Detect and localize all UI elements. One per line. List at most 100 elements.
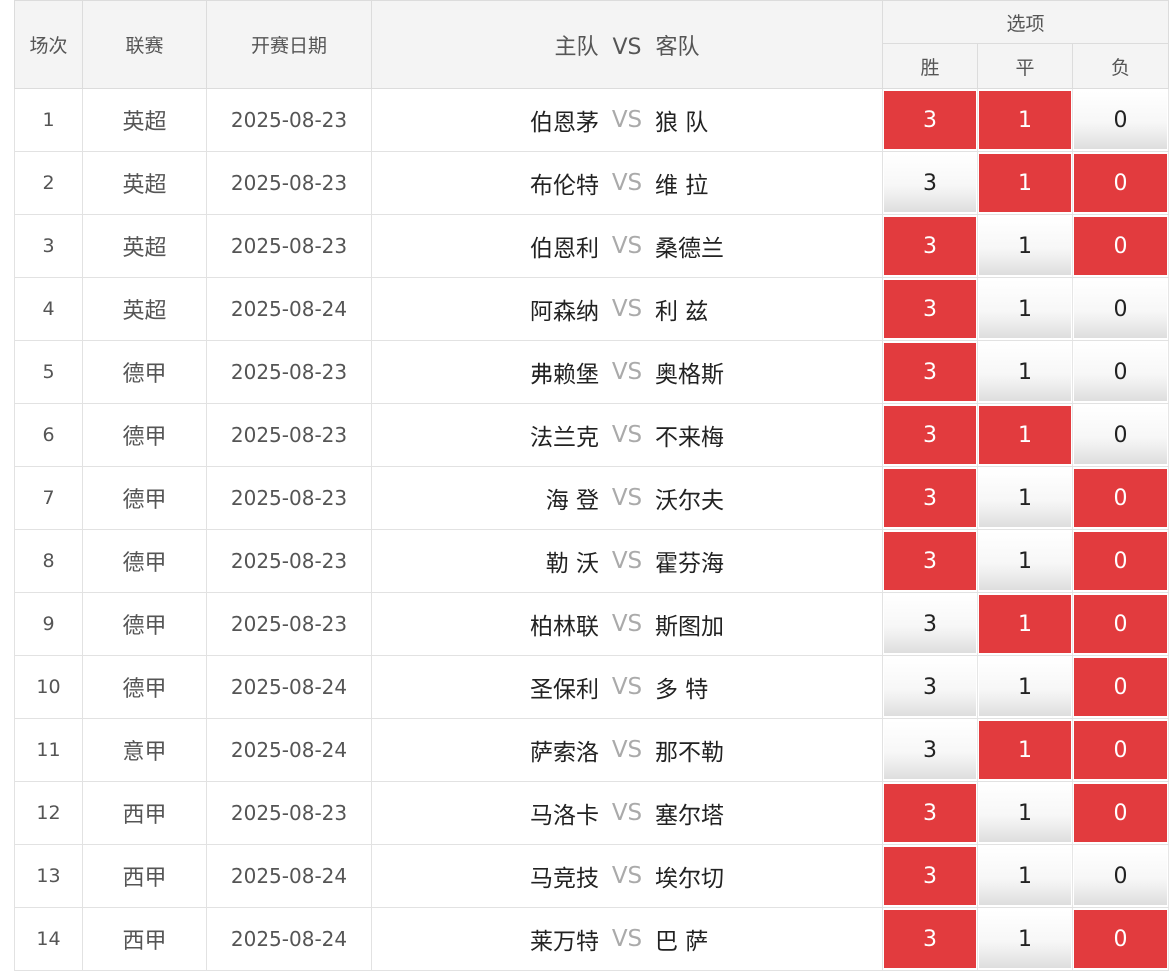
option-draw-button[interactable]: 1	[979, 91, 1071, 149]
option-draw-button[interactable]: 1	[979, 154, 1071, 212]
option-win-button[interactable]: 3	[884, 343, 976, 401]
away-team: 狼 队	[655, 110, 709, 136]
option-win-button[interactable]: 3	[884, 469, 976, 527]
match-teams: 马洛卡 VS 塞尔塔	[371, 781, 883, 845]
option-loss-button[interactable]: 0	[1074, 469, 1168, 527]
option-draw-button[interactable]: 1	[979, 217, 1071, 275]
match-teams: 莱万特 VS 巴 萨	[371, 907, 883, 971]
option-draw-button[interactable]: 1	[979, 280, 1071, 338]
league-name: 西甲	[82, 844, 207, 908]
home-team: 勒 沃	[545, 551, 599, 577]
round-number: 12	[14, 781, 83, 845]
home-team: 阿森纳	[530, 299, 599, 325]
option-win-button[interactable]: 3	[884, 154, 976, 212]
match-teams: 萨索洛 VS 那不勒	[371, 718, 883, 782]
option-win-button[interactable]: 3	[884, 406, 976, 464]
option-loss-button[interactable]: 0	[1074, 532, 1168, 590]
option-draw-button[interactable]: 1	[979, 595, 1071, 653]
league-name: 德甲	[82, 592, 207, 656]
away-team: 不来梅	[655, 425, 724, 451]
option-loss-button[interactable]: 0	[1074, 784, 1168, 842]
round-number: 9	[14, 592, 83, 656]
table-row: 9 德甲 2025-08-23 柏林联 VS 斯图加 3 1 0	[14, 592, 1170, 656]
option-loss-button[interactable]: 0	[1074, 343, 1168, 401]
league-name: 德甲	[82, 655, 207, 719]
match-date: 2025-08-23	[206, 214, 372, 278]
round-number: 14	[14, 907, 83, 971]
match-date: 2025-08-23	[206, 151, 372, 215]
league-name: 德甲	[82, 466, 207, 530]
option-loss-button[interactable]: 0	[1074, 595, 1168, 653]
league-name: 英超	[82, 151, 207, 215]
option-draw-button[interactable]: 1	[979, 910, 1071, 968]
match-date: 2025-08-23	[206, 466, 372, 530]
option-win-button[interactable]: 3	[884, 280, 976, 338]
header-match: 主队 VS 客队	[371, 0, 883, 89]
round-number: 1	[14, 88, 83, 152]
option-draw-button[interactable]: 1	[979, 532, 1071, 590]
vs-label: VS	[611, 926, 643, 952]
header-loss: 负	[1071, 43, 1170, 89]
table-body: 1 英超 2025-08-23 伯恩茅 VS 狼 队 3 1 0 2 英超 2025-08-23 布伦特…	[14, 88, 1170, 971]
option-draw-button[interactable]: 1	[979, 658, 1071, 716]
option-loss-button[interactable]: 0	[1074, 91, 1168, 149]
league-name: 西甲	[82, 907, 207, 971]
match-date: 2025-08-23	[206, 781, 372, 845]
option-loss-button[interactable]: 0	[1074, 154, 1168, 212]
option-draw-button[interactable]: 1	[979, 406, 1071, 464]
table-row: 1 英超 2025-08-23 伯恩茅 VS 狼 队310	[14, 88, 1170, 152]
home-team: 萨索洛	[530, 740, 599, 766]
match-date: 2025-08-23	[206, 340, 372, 404]
vs-label: VS	[611, 296, 643, 322]
home-team: 马竞技	[530, 866, 599, 892]
option-draw-button[interactable]: 1	[979, 784, 1071, 842]
option-win-button[interactable]: 3	[884, 784, 976, 842]
header-vs: VS	[612, 34, 642, 60]
option-win-button[interactable]: 3	[884, 847, 976, 905]
away-team: 塞尔塔	[655, 803, 724, 829]
option-draw-button[interactable]: 1	[979, 469, 1071, 527]
header-draw: 平	[977, 43, 1073, 89]
round-number: 10	[14, 655, 83, 719]
table-row: 2 英超 2025-08-23 布伦特 VS 维 拉 310	[14, 151, 1170, 215]
option-loss-button[interactable]: 0	[1074, 910, 1168, 968]
home-team: 柏林联	[530, 614, 599, 640]
option-win-button[interactable]: 3	[884, 217, 976, 275]
header-date: 开赛日期	[206, 0, 372, 89]
match-teams: 法兰克 VS 不来梅	[371, 403, 883, 467]
option-win-button[interactable]: 3	[884, 658, 976, 716]
table-row: 3 英超 2025-08-23 伯恩利 VS 桑德兰 3 1 0	[14, 214, 1170, 278]
option-win-button[interactable]: 3	[884, 721, 976, 779]
round-number: 2	[14, 151, 83, 215]
away-team: 埃尔切	[655, 866, 724, 892]
option-loss-button[interactable]: 0	[1074, 658, 1168, 716]
round-number: 13	[14, 844, 83, 908]
option-win-button[interactable]: 3	[884, 910, 976, 968]
option-win-button[interactable]: 3	[884, 595, 976, 653]
match-date: 2025-08-23	[206, 88, 372, 152]
option-draw-button[interactable]: 1	[979, 343, 1071, 401]
vs-label: VS	[611, 107, 643, 133]
option-loss-button[interactable]: 0	[1074, 280, 1168, 338]
table-row: 5 德甲 2025-08-23 弗赖堡 VS 奥格斯 3 1 0	[14, 340, 1170, 404]
league-name: 德甲	[82, 403, 207, 467]
round-number: 7	[14, 466, 83, 530]
match-date: 2025-08-24	[206, 277, 372, 341]
header-win: 胜	[882, 43, 978, 89]
option-win-button[interactable]: 3	[884, 91, 976, 149]
header-home: 主队	[554, 34, 599, 60]
option-draw-button[interactable]: 1	[979, 847, 1071, 905]
round-number: 3	[14, 214, 83, 278]
option-loss-button[interactable]: 0	[1074, 847, 1168, 905]
home-team: 圣保利	[530, 677, 599, 703]
option-loss-button[interactable]: 0	[1074, 406, 1168, 464]
option-loss-button[interactable]: 0	[1074, 217, 1168, 275]
match-teams: 马竞技 VS 埃尔切	[371, 844, 883, 908]
match-date: 2025-08-23	[206, 592, 372, 656]
vs-label: VS	[611, 863, 643, 889]
option-win-button[interactable]: 3	[884, 532, 976, 590]
option-draw-button[interactable]: 1	[979, 721, 1071, 779]
table-header: 场次 联赛 开赛日期 主队 VS 客队 选项 胜 平 负	[14, 0, 1170, 89]
home-team: 伯恩利	[530, 236, 599, 262]
option-loss-button[interactable]: 0	[1074, 721, 1168, 779]
